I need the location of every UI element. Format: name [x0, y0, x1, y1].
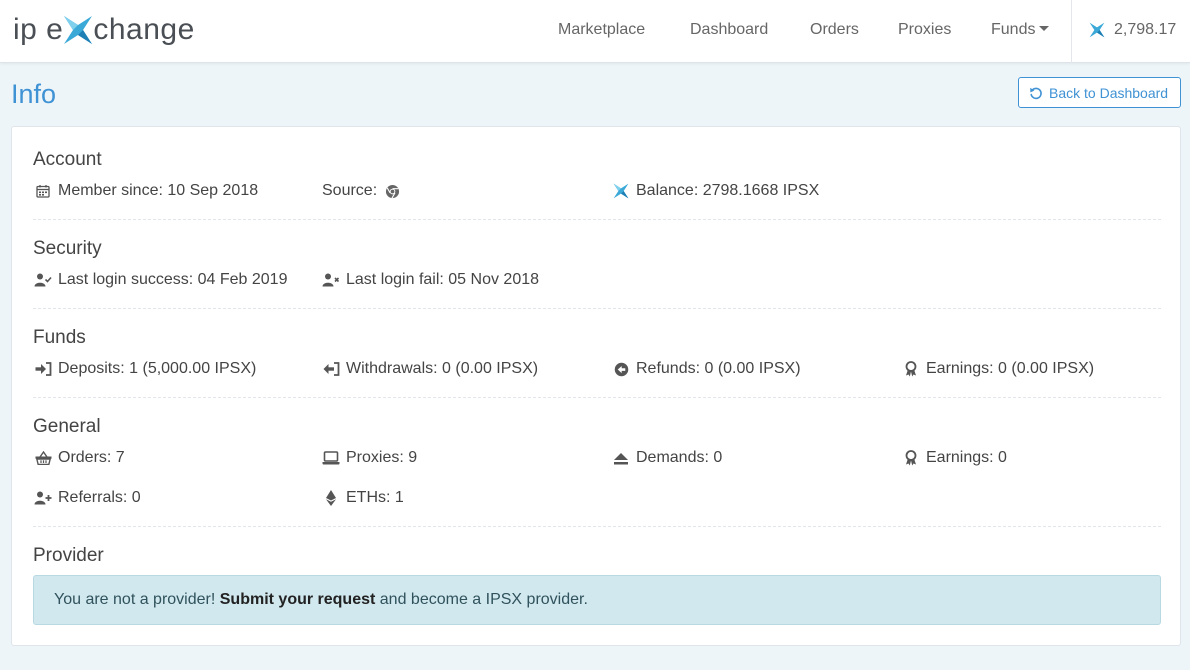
- funds-refunds-text: Refunds: 0 (0.00 IPSX): [636, 360, 801, 377]
- funds-withdrawals: Withdrawals: 0 (0.00 IPSX): [322, 360, 538, 378]
- general-earnings: Earnings: 0: [902, 449, 1007, 467]
- nav-orders[interactable]: Orders: [810, 21, 859, 39]
- general-demands-text: Demands: 0: [636, 449, 723, 466]
- undo-icon: [1030, 87, 1042, 99]
- submit-request-link[interactable]: Submit your request: [220, 591, 376, 608]
- account-section: Account: [33, 149, 1161, 171]
- general-title: General: [33, 416, 101, 437]
- funds-title: Funds: [33, 327, 86, 348]
- ipsx-token-icon: [612, 183, 630, 199]
- calendar-icon: [34, 183, 52, 199]
- ethereum-icon: [322, 490, 340, 506]
- general-referrals: Referrals: 0: [34, 489, 141, 507]
- nav-balance[interactable]: 2,798.17: [1088, 21, 1176, 39]
- provider-section: Provider: [33, 545, 1161, 567]
- top-navbar: ip e change Marketplace Dashboard Orders…: [0, 0, 1190, 63]
- nav-funds-label: Funds: [991, 21, 1036, 38]
- general-eths-text: ETHs: 1: [346, 489, 404, 506]
- page-title: Info: [11, 79, 57, 109]
- general-orders: Orders: 7: [34, 449, 125, 467]
- member-since-text: Member since: 10 Sep 2018: [58, 182, 259, 199]
- funds-section: Funds: [33, 327, 1161, 349]
- provider-alert-prefix: You are not a provider!: [54, 591, 216, 608]
- general-demands: Demands: 0: [612, 449, 722, 467]
- account-title: Account: [33, 149, 102, 170]
- general-referrals-text: Referrals: 0: [58, 489, 141, 506]
- user-plus-icon: [34, 490, 52, 506]
- user-check-icon: [34, 272, 52, 288]
- section-divider: [33, 397, 1161, 398]
- ipx-x-logo-icon: [61, 13, 95, 47]
- nav-marketplace[interactable]: Marketplace: [558, 21, 645, 39]
- last-login-fail-text: Last login fail: 05 Nov 2018: [346, 271, 540, 288]
- funds-deposits: Deposits: 1 (5,000.00 IPSX): [34, 360, 256, 378]
- security-section: Security: [33, 238, 1161, 260]
- funds-withdrawals-text: Withdrawals: 0 (0.00 IPSX): [346, 360, 539, 377]
- funds-deposits-text: Deposits: 1 (5,000.00 IPSX): [58, 360, 257, 377]
- account-balance-text: Balance: 2798.1668 IPSX: [636, 182, 820, 199]
- shopping-basket-icon: [34, 450, 52, 466]
- section-divider: [33, 308, 1161, 309]
- general-earnings-text: Earnings: 0: [926, 449, 1007, 466]
- award-icon: [902, 450, 920, 466]
- general-proxies: Proxies: 9: [322, 449, 417, 467]
- sign-in-icon: [34, 361, 52, 377]
- nav-proxies[interactable]: Proxies: [898, 21, 951, 39]
- member-since: Member since: 10 Sep 2018: [34, 182, 258, 200]
- brand-logo[interactable]: ip e change: [13, 10, 195, 50]
- general-eths: ETHs: 1: [322, 489, 404, 507]
- award-icon: [902, 361, 920, 377]
- chevron-down-icon: [1039, 26, 1050, 32]
- sign-out-icon: [322, 361, 340, 377]
- chrome-icon: [383, 183, 401, 199]
- section-divider: [33, 526, 1161, 527]
- arrow-circle-left-icon: [612, 361, 630, 377]
- general-orders-text: Orders: 7: [58, 449, 125, 466]
- source-label: Source:: [322, 182, 378, 199]
- info-card: Account Member since: 10 Sep 2018 Source…: [11, 126, 1181, 646]
- last-login-success-text: Last login success: 04 Feb 2019: [58, 271, 288, 288]
- general-section: General: [33, 416, 1161, 438]
- funds-refunds: Refunds: 0 (0.00 IPSX): [612, 360, 801, 378]
- nav-balance-value: 2,798.17: [1114, 21, 1177, 38]
- eject-icon: [612, 450, 630, 466]
- provider-title: Provider: [33, 545, 104, 566]
- nav-funds-dropdown[interactable]: Funds: [991, 21, 1050, 39]
- nav-dashboard[interactable]: Dashboard: [690, 21, 768, 39]
- laptop-icon: [322, 450, 340, 466]
- user-times-icon: [322, 272, 340, 288]
- account-balance: Balance: 2798.1668 IPSX: [612, 182, 819, 200]
- ipsx-token-icon: [1089, 22, 1105, 38]
- logo-text-prefix: ip e: [13, 13, 64, 46]
- security-title: Security: [33, 238, 102, 259]
- last-login-fail: Last login fail: 05 Nov 2018: [322, 271, 539, 289]
- back-to-dashboard-label: Back to Dashboard: [1049, 84, 1169, 101]
- nav-divider: [1071, 0, 1072, 63]
- general-proxies-text: Proxies: 9: [346, 449, 418, 466]
- funds-earnings-text: Earnings: 0 (0.00 IPSX): [926, 360, 1095, 377]
- funds-earnings: Earnings: 0 (0.00 IPSX): [902, 360, 1094, 378]
- logo-text-suffix: change: [93, 13, 195, 46]
- provider-alert-suffix: and become a IPSX provider.: [379, 591, 588, 608]
- last-login-success: Last login success: 04 Feb 2019: [34, 271, 287, 289]
- account-source: Source:: [322, 182, 407, 200]
- back-to-dashboard-button[interactable]: Back to Dashboard: [1018, 77, 1181, 108]
- section-divider: [33, 219, 1161, 220]
- provider-alert: You are not a provider! Submit your requ…: [33, 575, 1161, 625]
